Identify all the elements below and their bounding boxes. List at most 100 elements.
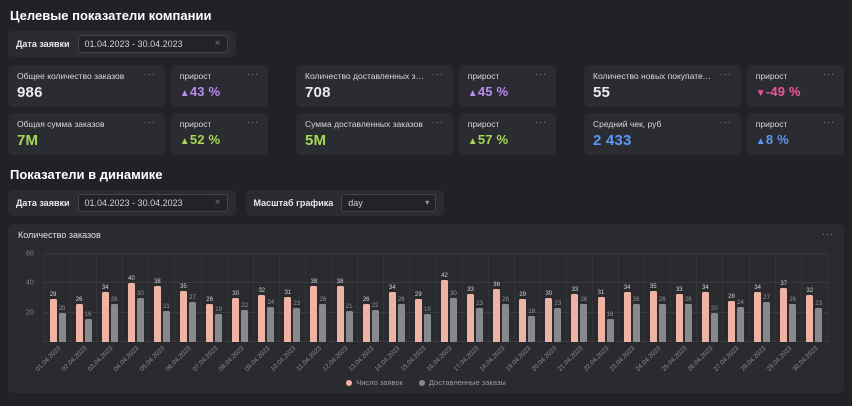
more-icon[interactable]: ··· <box>432 71 444 78</box>
x-axis-label: 06.04.2023 <box>165 345 193 373</box>
bar-group: 262213.04.2023 <box>358 254 384 342</box>
more-icon[interactable]: ··· <box>823 119 835 126</box>
x-axis-label: 16.04.2023 <box>426 345 454 373</box>
requests-bar[interactable] <box>154 286 161 342</box>
delivered-orders-bar[interactable] <box>59 313 66 342</box>
more-icon[interactable]: ··· <box>822 231 834 238</box>
requests-bar[interactable] <box>728 301 735 342</box>
x-axis-label: 02.04.2023 <box>61 345 89 373</box>
legend-item-requests[interactable]: Число заявок <box>346 378 403 387</box>
requests-bar[interactable] <box>284 297 291 342</box>
more-icon[interactable]: ··· <box>535 71 547 78</box>
bar-wrap: 34 <box>101 254 109 342</box>
date-filter-input[interactable]: 01.04.2023 - 30.04.2023 × <box>78 35 228 53</box>
delivered-orders-bar[interactable] <box>372 310 379 342</box>
delivered-orders-bar[interactable] <box>85 319 92 342</box>
delivered-orders-bar[interactable] <box>163 311 170 342</box>
requests-bar[interactable] <box>754 292 761 342</box>
delivered-orders-bar[interactable] <box>424 314 431 342</box>
scale-select[interactable]: day ▾ <box>341 194 436 212</box>
delivered-orders-bar[interactable] <box>659 304 666 342</box>
date-filter-input[interactable]: 01.04.2023 - 30.04.2023 × <box>78 194 228 212</box>
delivered-orders-bar[interactable] <box>763 302 770 342</box>
legend-label: Доставленные заказы <box>429 378 506 387</box>
delivered-orders-bar[interactable] <box>293 308 300 342</box>
requests-bar[interactable] <box>76 304 83 342</box>
more-icon[interactable]: ··· <box>144 119 156 126</box>
delivered-orders-bar[interactable] <box>241 310 248 342</box>
bar-group: 352624.04.2023 <box>645 254 671 342</box>
requests-bar[interactable] <box>780 288 787 342</box>
requests-bar[interactable] <box>363 304 370 342</box>
more-icon[interactable]: ··· <box>535 119 547 126</box>
delivered-orders-bar[interactable] <box>789 304 796 342</box>
x-axis-label: 22.04.2023 <box>583 345 611 373</box>
requests-bar[interactable] <box>206 304 213 342</box>
requests-bar[interactable] <box>702 292 709 342</box>
delivered-orders-bar[interactable] <box>267 307 274 342</box>
delivered-orders-bar[interactable] <box>711 313 718 342</box>
x-axis-label: 28.04.2023 <box>739 345 767 373</box>
delivered-orders-bar[interactable] <box>607 319 614 342</box>
clear-icon[interactable]: × <box>215 39 221 49</box>
delivered-orders-bar[interactable] <box>450 298 457 342</box>
more-icon[interactable]: ··· <box>823 71 835 78</box>
requests-bar[interactable] <box>624 292 631 342</box>
more-icon[interactable]: ··· <box>247 71 259 78</box>
requests-bar[interactable] <box>102 292 109 342</box>
delivered-orders-bar[interactable] <box>476 308 483 342</box>
bar-value-label: 34 <box>624 285 631 291</box>
clear-icon[interactable]: × <box>215 198 221 208</box>
requests-bar[interactable] <box>676 294 683 342</box>
more-icon[interactable]: ··· <box>144 71 156 78</box>
requests-bar[interactable] <box>258 295 265 342</box>
delivered-orders-bar[interactable] <box>554 308 561 342</box>
kpi-card-new-buyers: Количество новых покупателей ··· 55 <box>584 65 741 107</box>
requests-bar[interactable] <box>519 299 526 342</box>
more-icon[interactable]: ··· <box>720 119 732 126</box>
delivered-orders-bar[interactable] <box>189 302 196 342</box>
requests-bar[interactable] <box>389 292 396 342</box>
more-icon[interactable]: ··· <box>432 119 444 126</box>
requests-bar[interactable] <box>650 291 657 342</box>
bar-wrap: 35 <box>649 254 657 342</box>
delivered-orders-bar[interactable] <box>815 308 822 342</box>
requests-bar[interactable] <box>467 294 474 342</box>
delivered-orders-bar[interactable] <box>737 307 744 342</box>
delivered-orders-bar[interactable] <box>580 304 587 342</box>
requests-bar[interactable] <box>441 280 448 342</box>
delivered-orders-bar[interactable] <box>528 316 535 342</box>
more-icon[interactable]: ··· <box>247 119 259 126</box>
delivered-orders-bar[interactable] <box>346 311 353 342</box>
date-filter-label: Дата заявки <box>16 39 70 49</box>
requests-bar[interactable] <box>806 295 813 342</box>
bar-wrap: 24 <box>267 254 275 342</box>
kpi-card-total-orders: Общее количество заказов ··· 986 <box>8 65 165 107</box>
requests-bar[interactable] <box>310 286 317 342</box>
requests-bar[interactable] <box>232 298 239 342</box>
x-axis-label: 11.04.2023 <box>296 345 324 373</box>
requests-bar[interactable] <box>598 297 605 342</box>
requests-bar[interactable] <box>128 283 135 342</box>
kpi-card-total-sum: Общая сумма заказов ··· 7M <box>8 113 165 155</box>
delivered-orders-bar[interactable] <box>502 304 509 342</box>
delivered-orders-bar[interactable] <box>633 304 640 342</box>
more-icon[interactable]: ··· <box>720 71 732 78</box>
delivered-orders-bar[interactable] <box>685 304 692 342</box>
requests-bar[interactable] <box>50 299 57 342</box>
requests-bar[interactable] <box>571 294 578 342</box>
delivered-orders-bar[interactable] <box>398 304 405 342</box>
requests-bar[interactable] <box>545 298 552 342</box>
requests-bar[interactable] <box>415 299 422 342</box>
delivered-orders-bar[interactable] <box>319 304 326 342</box>
legend-item-delivered[interactable]: Доставленные заказы <box>419 378 506 387</box>
delivered-orders-bar[interactable] <box>111 304 118 342</box>
delivered-orders-bar[interactable] <box>137 298 144 342</box>
requests-bar[interactable] <box>180 291 187 342</box>
requests-bar[interactable] <box>493 289 500 342</box>
bar-wrap: 31 <box>597 254 605 342</box>
bar-group: 302208.04.2023 <box>228 254 254 342</box>
requests-bar[interactable] <box>337 286 344 342</box>
delivered-orders-bar[interactable] <box>215 314 222 342</box>
bar-wrap: 23 <box>554 254 562 342</box>
